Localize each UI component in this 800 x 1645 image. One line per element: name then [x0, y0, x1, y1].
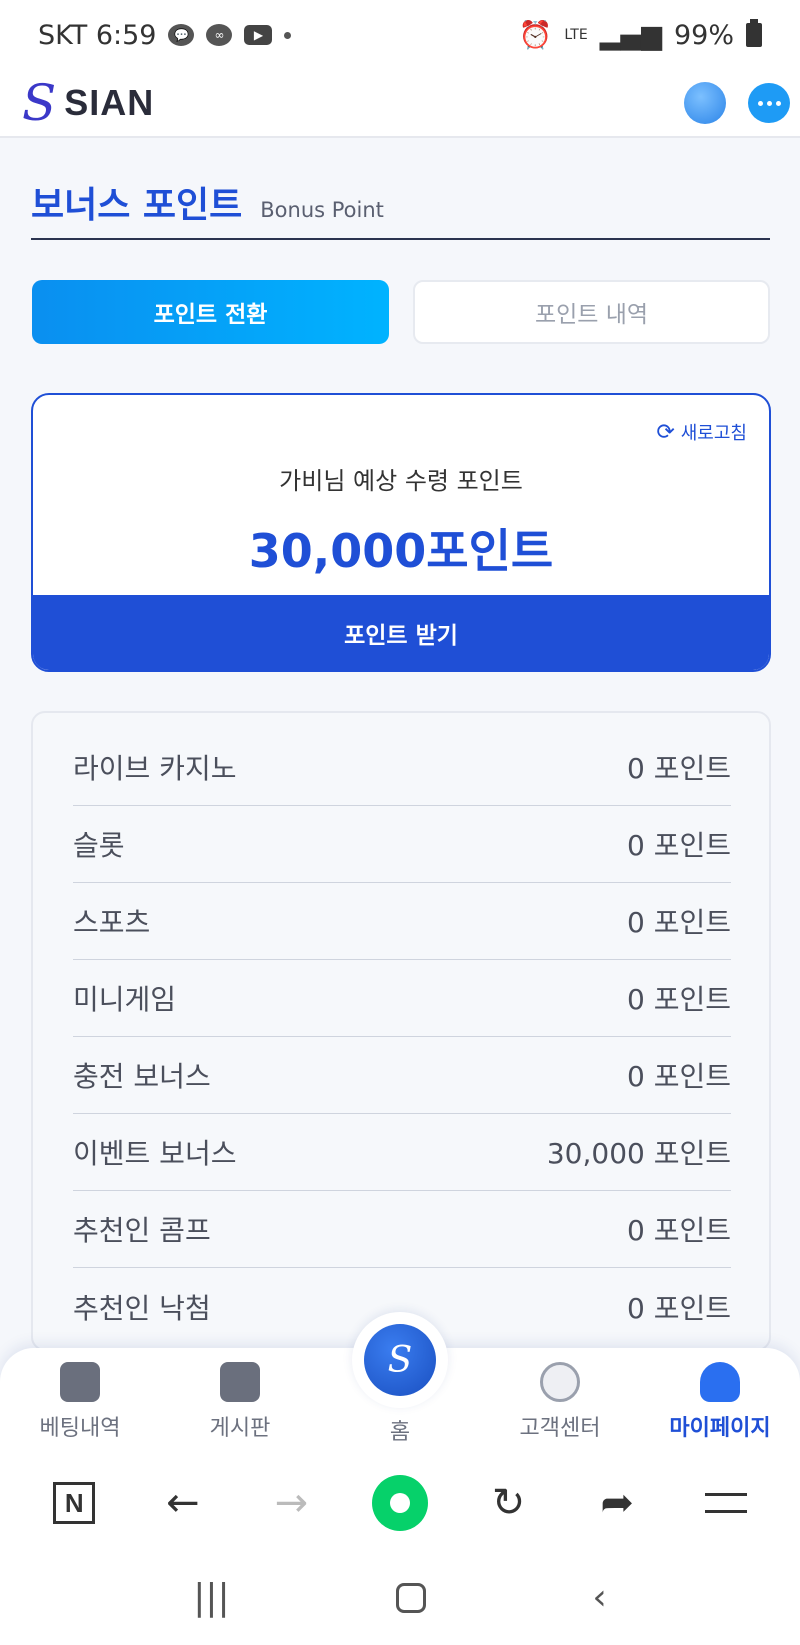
logo-mark: S	[22, 74, 57, 132]
list-item-value: 0 포인트	[627, 829, 731, 862]
refresh-button[interactable]: ⟳ 새로고침	[656, 419, 747, 445]
refresh-label: 새로고침	[680, 423, 747, 444]
list-item-value: 0 포인트	[627, 1291, 731, 1325]
title-divider	[31, 238, 770, 240]
list-item-name: 스포츠	[73, 906, 151, 939]
list-item: 스포츠 0 포인트	[73, 883, 731, 960]
list-item-value: 30,000 포인트	[546, 1137, 731, 1170]
list-item: 충전 보너스 0 포인트	[73, 1037, 731, 1114]
list-item-name: 추천인 낙첨	[73, 1291, 211, 1325]
nav-customer-center[interactable]: 고객센터	[490, 1362, 630, 1442]
logo[interactable]: S SIAN	[22, 78, 154, 128]
expected-points-card: ⟳ 새로고침 가비님 예상 수령 포인트 30,000포인트 포인트 받기	[31, 393, 771, 672]
green-dot-icon	[371, 1475, 428, 1531]
list-item-name: 라이브 카지노	[73, 752, 237, 785]
nav-board[interactable]: 게시판	[170, 1362, 310, 1442]
points-breakdown-list: 라이브 카지노 0 포인트 슬롯 0 포인트 스포츠 0 포인트 미니게임 0 …	[31, 711, 771, 1351]
back-arrow-icon[interactable]: ←	[153, 1473, 213, 1533]
chatbot-icon[interactable]	[684, 82, 726, 124]
system-nav: ||| ‹	[0, 1550, 800, 1645]
system-back-icon[interactable]: ‹	[592, 1577, 606, 1618]
app-header: S SIAN	[0, 70, 800, 138]
home-logo-icon: S	[364, 1324, 436, 1396]
hamburger-icon	[704, 1493, 747, 1513]
link-icon: ∞	[206, 24, 233, 46]
logo-text: SIAN	[64, 82, 155, 123]
page-title: 보너스 포인트 Bonus Point	[31, 176, 384, 228]
alarm-icon: ⏰	[518, 20, 553, 51]
status-bar: SKT 6:59 💬 ∞ ▶ ⏰ LTE ▂▄▆ 99%	[0, 0, 800, 70]
status-left: SKT 6:59 💬 ∞ ▶	[38, 19, 292, 51]
tab-point-conversion[interactable]: 포인트 전환	[32, 280, 389, 344]
list-item-value: 0 포인트	[627, 983, 731, 1016]
header-icons	[684, 82, 790, 124]
list-item-name: 미니게임	[73, 983, 177, 1016]
naver-icon: N	[53, 1482, 96, 1524]
network-label: LTE	[564, 27, 588, 43]
reload-icon[interactable]: ↻	[479, 1473, 539, 1533]
status-right: ⏰ LTE ▂▄▆ 99%	[519, 19, 762, 51]
receive-points-button[interactable]: 포인트 받기	[33, 595, 769, 670]
list-item-name: 충전 보너스	[73, 1060, 211, 1093]
list-item-value: 0 포인트	[627, 1214, 731, 1247]
nav-home[interactable]: S	[352, 1312, 448, 1408]
list-item: 이벤트 보너스 30,000 포인트	[73, 1114, 731, 1191]
nav-betting-history[interactable]: 베팅내역	[10, 1362, 150, 1442]
status-time: SKT 6:59	[38, 19, 157, 51]
list-item: 슬롯 0 포인트	[73, 806, 731, 883]
list-item-value: 0 포인트	[627, 752, 731, 785]
nav-home-label: 홈	[389, 1420, 411, 1445]
nav-label: 게시판	[209, 1416, 271, 1441]
naver-button[interactable]: N	[44, 1473, 104, 1533]
battery-percent: 99%	[673, 19, 734, 51]
list-item: 추천인 콤프 0 포인트	[73, 1191, 731, 1268]
list-item-name: 추천인 콤프	[73, 1214, 211, 1247]
refresh-icon: ⟳	[656, 419, 675, 445]
nav-label: 베팅내역	[39, 1416, 121, 1441]
share-icon[interactable]: ➦	[587, 1473, 647, 1533]
list-item-value: 0 포인트	[627, 906, 731, 939]
calendar-icon	[60, 1362, 100, 1402]
chat-icon[interactable]	[748, 83, 790, 123]
user-icon	[700, 1362, 740, 1402]
support-agent-icon	[540, 1362, 580, 1402]
expected-points-label: 가비님 예상 수령 포인트	[279, 467, 523, 495]
signal-icon: ▂▄▆	[599, 19, 662, 51]
browser-toolbar: N ← → ↻ ➦	[0, 1456, 800, 1550]
nav-label: 고객센터	[519, 1416, 601, 1441]
youtube-icon: ▶	[244, 25, 273, 45]
list-item-name: 슬롯	[73, 829, 125, 862]
forward-arrow-icon[interactable]: →	[261, 1473, 321, 1533]
battery-icon	[746, 19, 762, 47]
nav-label: 마이페이지	[669, 1416, 771, 1441]
kakaotalk-icon: 💬	[168, 24, 195, 46]
menu-button[interactable]	[696, 1473, 756, 1533]
page-title-english: Bonus Point	[260, 198, 384, 222]
home-square-icon[interactable]	[395, 1582, 426, 1613]
page-title-korean: 보너스 포인트	[31, 185, 243, 226]
list-item-value: 0 포인트	[627, 1060, 731, 1093]
nav-mypage[interactable]: 마이페이지	[650, 1362, 790, 1442]
board-icon	[220, 1362, 260, 1402]
recent-apps-icon[interactable]: |||	[193, 1577, 229, 1618]
list-item: 라이브 카지노 0 포인트	[73, 729, 731, 806]
list-item: 미니게임 0 포인트	[73, 960, 731, 1037]
list-item-name: 이벤트 보너스	[73, 1137, 237, 1170]
green-dot-button[interactable]	[370, 1473, 430, 1533]
more-notifications-icon	[284, 31, 292, 39]
tab-point-history[interactable]: 포인트 내역	[413, 280, 770, 344]
bottom-nav: 베팅내역 게시판 S 홈 고객센터 마이페이지	[0, 1312, 800, 1456]
expected-points-value: 30,000포인트	[248, 524, 554, 578]
